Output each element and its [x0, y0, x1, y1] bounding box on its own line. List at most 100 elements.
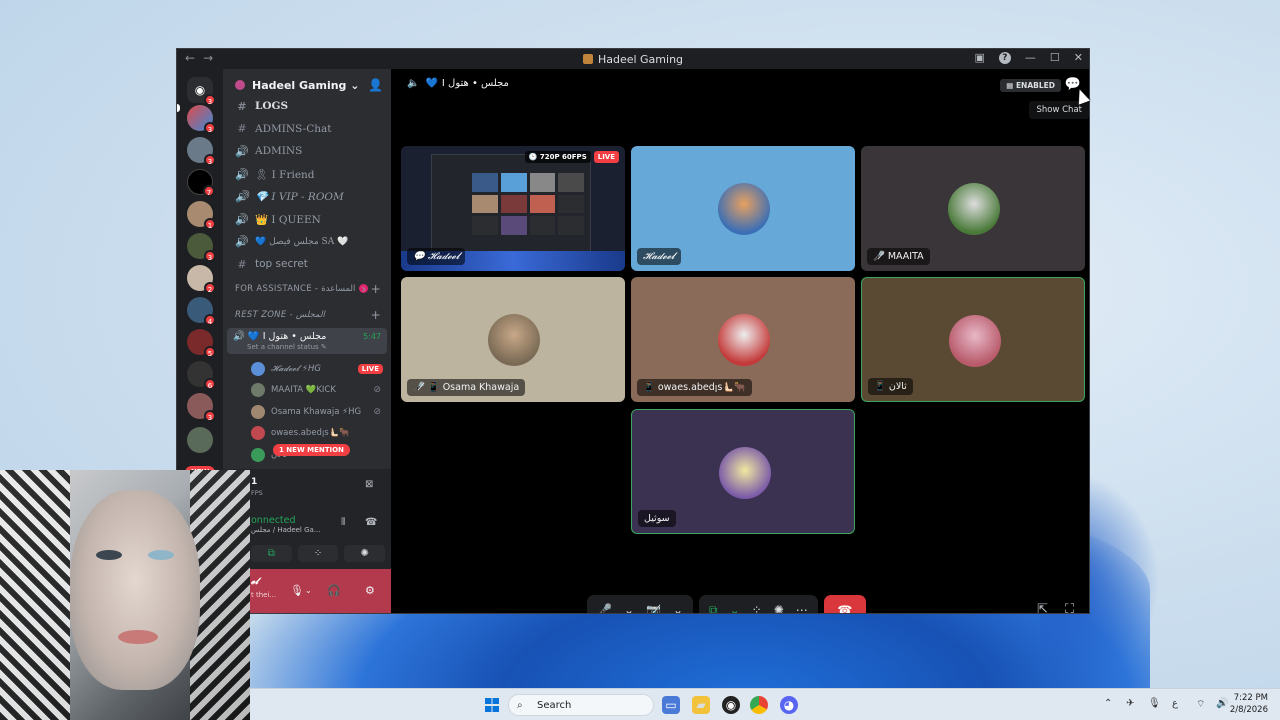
disconnect-button[interactable]: ☎ [823, 595, 866, 613]
quality-badge: 🕒 720P 60FPS [524, 151, 591, 163]
server-icon[interactable]: 6 [187, 361, 216, 390]
soundboard-icon[interactable]: ✺ [774, 603, 784, 613]
windows-start-icon[interactable] [485, 698, 499, 712]
participant-tile[interactable]: 🎤̸ 📱 Osama Khawaja [401, 277, 625, 402]
voice-user[interactable]: owaes.abedןs🫷🏻🐂 [223, 422, 391, 444]
channel-admins[interactable]: 🔊 ADMINS [223, 140, 391, 163]
mic-icon[interactable]: 🎙 [1148, 698, 1161, 709]
settings-gear-icon[interactable]: ⚙ [365, 584, 375, 597]
close-stream-icon[interactable]: ⊠ [365, 479, 373, 490]
chevron-down-icon[interactable]: ⌄ [673, 603, 683, 613]
mic-icon[interactable]: 🎙 [290, 584, 304, 597]
participant-tile-speaking[interactable]: 📱 ثالان [861, 277, 1085, 402]
unread-pill [177, 104, 180, 112]
add-channel-icon[interactable]: + [371, 308, 381, 322]
server-icon[interactable]: 3 [187, 105, 216, 134]
voice-user[interactable]: Osama Khawaja ⚡HG ⊘ [223, 401, 391, 423]
discord-window: ← → Hadeel Gaming ▣ ? — ☐ ✕ ◉ 3 3 3 7 1 3… [176, 48, 1090, 614]
server-icon[interactable]: 3 [187, 137, 216, 166]
participant-name: 𝓗𝓪𝓭𝓮𝓮𝓵 [637, 248, 681, 265]
language-icon[interactable]: ع [1172, 698, 1178, 709]
stream-fps: FPS [251, 489, 263, 497]
live-badge: LIVE [593, 151, 619, 163]
participant-tile-speaking[interactable]: سوثيل [631, 409, 855, 534]
participant-tile[interactable]: 🎤̸ MAAITA [861, 146, 1085, 271]
server-icon[interactable]: 4 [187, 297, 216, 326]
soundboard-button[interactable]: ✺ [344, 545, 386, 562]
connection-status: onnected [251, 515, 296, 526]
channel-top-secret[interactable]: # top secret [223, 253, 391, 276]
volume-icon[interactable]: 🔊 [1216, 698, 1228, 709]
chevron-down-icon[interactable]: ⌄ [624, 603, 634, 613]
headphones-icon[interactable]: 🎧 [327, 584, 341, 597]
chevron-down-icon[interactable]: ⌄ [730, 603, 740, 613]
taskbar-search[interactable]: ⌕ Search [508, 694, 654, 716]
maximize-button[interactable]: ☐ [1050, 51, 1060, 64]
activity-button[interactable]: ⁘ [297, 545, 339, 562]
speaker-active-icon: 🔊 [233, 330, 248, 342]
obs-icon[interactable]: ◉ [722, 696, 740, 714]
server-icon[interactable]: 3 [187, 233, 216, 262]
clock[interactable]: 7:22 PM 2/8/2026 [1230, 692, 1268, 716]
help-icon[interactable]: ? [998, 51, 1011, 64]
inbox-icon[interactable]: ▣ [975, 51, 985, 64]
file-explorer-icon[interactable]: ▰ [692, 696, 710, 714]
search-icon: ⌕ [517, 700, 523, 711]
discord-home-icon[interactable]: ◉ 3 [187, 77, 216, 106]
server-logo-icon [582, 54, 593, 64]
network-icon[interactable]: ✈ [1126, 698, 1134, 709]
noise-suppression-icon[interactable]: ⦀ [341, 517, 345, 528]
discord-icon[interactable]: ◕ [780, 696, 798, 714]
speaker-icon: 🔊 [235, 235, 249, 249]
participant-name: 📱 owaes.abedןs🫷🏻🐂 [637, 379, 752, 396]
channel-friend[interactable]: 🔊 🎗 I Friend [223, 163, 391, 186]
channel-vip-room[interactable]: 🔊 💎 I VIP - ROOM [223, 185, 391, 208]
server-icon[interactable]: 2 [187, 265, 216, 294]
enabled-badge[interactable]: ▦ ENABLED [1000, 79, 1061, 92]
server-icon[interactable]: 1 [187, 201, 216, 230]
close-button[interactable]: ✕ [1074, 51, 1083, 64]
channel-admins-chat[interactable]: # ADMINS-Chat [223, 118, 391, 141]
server-icon[interactable]: 5 [187, 329, 216, 358]
channel-timer: 5:47 [363, 331, 381, 341]
participant-name: 🎤̸ 📱 Osama Khawaja [407, 379, 526, 396]
connection-location: مجلس / Hadeel Ga... [251, 526, 321, 534]
activity-icon[interactable]: ⁘ [752, 603, 762, 613]
server-icon[interactable]: 3 [187, 393, 216, 422]
new-mention-badge[interactable]: 1 NEW MENTION [273, 444, 350, 456]
fullscreen-icon[interactable]: ⛶ [1065, 602, 1074, 613]
active-voice-channel[interactable]: 🔊 💙 I مجلس • هتول 5:47 Set a channel sta… [227, 327, 387, 354]
screen-share-button[interactable]: ⧉ [251, 545, 292, 562]
voice-user[interactable]: MAAITA 💚KICK ⊘ [223, 379, 391, 401]
camera-off-icon[interactable]: 📷̸ [646, 603, 661, 613]
task-view-icon[interactable]: ▭ [662, 696, 680, 714]
channel-status[interactable]: Set a channel status ✎ [233, 343, 381, 351]
mic-icon[interactable]: 🎤 [597, 603, 612, 613]
voice-user[interactable]: 𝓗𝓪𝓭𝓮𝓮𝓵 ⚡HG LIVE [223, 358, 391, 380]
chrome-icon[interactable] [750, 696, 768, 714]
add-member-icon[interactable]: 👤 [368, 78, 383, 92]
more-icon[interactable]: ⋯ [796, 603, 808, 613]
disconnect-icon[interactable]: ☎ [365, 517, 377, 528]
popout-icon[interactable]: ⇱ [1037, 602, 1048, 613]
category-for-assistance[interactable]: FOR ASSISTANCE - المساعدة › + [223, 276, 391, 302]
wifi-icon[interactable]: ⌔ [1196, 698, 1205, 711]
category-rest-zone[interactable]: REST ZONE - المجلس + [223, 302, 391, 328]
avatar [251, 426, 265, 440]
server-icon[interactable]: 7 [187, 169, 215, 197]
participant-tile[interactable]: 𝓗𝓪𝓭𝓮𝓮𝓵 [631, 146, 855, 271]
participant-tile[interactable]: 📱 owaes.abedןs🫷🏻🐂 [631, 277, 855, 402]
participant-name: 🎤̸ MAAITA [867, 248, 930, 265]
channel-majlis-faisal[interactable]: 🔊 💙 مجلس فيصل SA 🤍 [223, 231, 391, 254]
add-channel-icon[interactable]: › + [361, 282, 381, 296]
voice-stage: 🔈 💙 I مجلس • هتول ▦ ENABLED 💬 Show Chat 🕒 … [391, 69, 1089, 613]
stream-tile[interactable]: 🕒 720P 60FPS LIVE 💬 𝓗𝓪𝓭𝓮𝓮𝓵 [401, 146, 625, 271]
eye [148, 550, 174, 560]
chevron-up-icon[interactable]: ⌃ [1104, 698, 1112, 709]
channel-queen[interactable]: 🔊 👑 I QUEEN [223, 208, 391, 231]
server-icon[interactable] [187, 427, 213, 453]
chevron-down-icon[interactable]: ⌄ [305, 586, 312, 595]
server-header[interactable]: Hadeel Gaming ⌄ 👤 [223, 69, 391, 101]
screen-share-icon[interactable]: ⧉ [709, 603, 718, 614]
minimize-button[interactable]: — [1025, 51, 1036, 64]
